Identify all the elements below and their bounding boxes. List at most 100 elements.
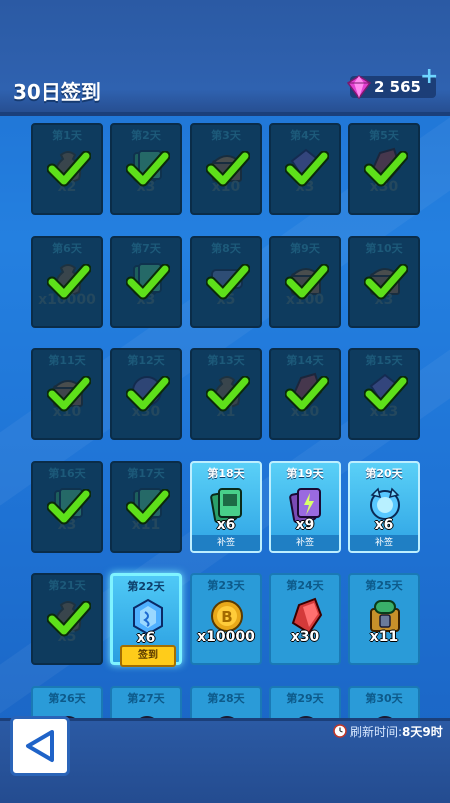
makeup-signin-button[interactable]: 补签 [350, 535, 418, 551]
day-card-26: 第26天 [31, 686, 103, 718]
day-card-19[interactable]: 第19天 x9 补签 [269, 461, 341, 553]
day-card-14: 第14天 x10 [269, 348, 341, 440]
refresh-timer: 刷新时间:8天9时 [350, 723, 443, 740]
signin-grid: 第1天 x2 第2天 x3 第3天 x10 第4天 x3 第5天 x30 第6天 x10000 第7天 x… [0, 118, 450, 718]
reward-quantity: x6 [216, 517, 236, 533]
item-icon [220, 716, 234, 718]
day-card-10: 第10天 x3 [348, 236, 420, 328]
checkmark-icon [126, 264, 170, 300]
day-label: 第29天 [286, 692, 324, 705]
day-card-27: 第27天 [110, 686, 182, 718]
day-card-1: 第1天 x2 [31, 123, 103, 215]
day-label: 第12天 [127, 354, 165, 367]
refresh-value: 8天9时 [402, 725, 443, 739]
item-icon [299, 716, 313, 718]
day-label: 第18天 [207, 467, 245, 480]
checkmark-icon [364, 376, 408, 412]
day-card-18[interactable]: 第18天 x6 补签 [190, 461, 262, 553]
day-label: 第3天 [211, 129, 241, 142]
checkmark-icon [206, 264, 250, 300]
checkmark-icon [126, 489, 170, 525]
gem-count: 2 565 [374, 78, 421, 96]
back-arrow-icon [26, 730, 54, 762]
day-card-3: 第3天 x10 [190, 123, 262, 215]
day-label: 第22天 [127, 580, 165, 593]
day-label: 第24天 [286, 579, 324, 592]
day-label: 第8天 [211, 242, 241, 255]
day-label: 第6天 [52, 242, 82, 255]
day-label: 第23天 [207, 579, 245, 592]
clock-icon [333, 724, 347, 738]
checkmark-icon [126, 376, 170, 412]
reward-quantity: x11 [369, 629, 399, 645]
gem-icon [346, 75, 372, 100]
reward-quantity: x9 [295, 517, 315, 533]
day-card-20[interactable]: 第20天 x6 补签 [348, 461, 420, 553]
reward-quantity: x6 [136, 630, 156, 646]
day-card-8: 第8天 x5 [190, 236, 262, 328]
day-card-4: 第4天 x3 [269, 123, 341, 215]
day-card-23: 第23天 Bx10000 [190, 573, 262, 665]
day-card-30: 第30天 [348, 686, 420, 718]
day-card-16: 第16天 x3 [31, 461, 103, 553]
checkmark-icon [47, 601, 91, 637]
day-card-2: 第2天 x3 [110, 123, 182, 215]
refresh-label: 刷新时间: [350, 725, 403, 739]
day-label: 第30天 [365, 692, 403, 705]
day-card-9: 第9天 x100 [269, 236, 341, 328]
day-card-7: 第7天 x3 [110, 236, 182, 328]
add-gems-button[interactable]: + [420, 66, 438, 88]
top-bar: 30日签到 2 565 + [0, 0, 450, 116]
checkmark-icon [285, 151, 329, 187]
day-label: 第25天 [365, 579, 403, 592]
checkmark-icon [47, 376, 91, 412]
day-label: 第13天 [207, 354, 245, 367]
checkmark-icon [206, 376, 250, 412]
day-card-17: 第17天 x11 [110, 461, 182, 553]
day-label: 第16天 [48, 467, 86, 480]
day-label: 第21天 [48, 579, 86, 592]
checkmark-icon [126, 151, 170, 187]
day-label: 第27天 [127, 692, 165, 705]
checkmark-icon [47, 489, 91, 525]
day-label: 第7天 [131, 242, 161, 255]
day-label: 第9天 [290, 242, 320, 255]
day-card-28: 第28天 [190, 686, 262, 718]
day-label: 第14天 [286, 354, 324, 367]
page-title: 30日签到 [13, 80, 101, 104]
reward-quantity: x10000 [197, 629, 255, 645]
day-label: 第28天 [207, 692, 245, 705]
day-card-13: 第13天 x1 [190, 348, 262, 440]
day-label: 第11天 [48, 354, 86, 367]
signin-button[interactable]: 签到 [120, 645, 176, 667]
day-card-22[interactable]: 第22天 x6 签到 [110, 573, 182, 667]
makeup-signin-button[interactable]: 补签 [271, 535, 339, 551]
day-card-21: 第21天 x5 [31, 573, 103, 665]
checkmark-icon [47, 151, 91, 187]
day-label: 第17天 [127, 467, 165, 480]
day-card-12: 第12天 x30 [110, 348, 182, 440]
day-label: 第26天 [48, 692, 86, 705]
day-label: 第4天 [290, 129, 320, 142]
item-icon [378, 716, 392, 718]
day-card-15: 第15天 x13 [348, 348, 420, 440]
reward-quantity: x30 [290, 629, 320, 645]
day-label: 第2天 [131, 129, 161, 142]
day-card-6: 第6天 x10000 [31, 236, 103, 328]
day-card-11: 第11天 x10 [31, 348, 103, 440]
back-button[interactable] [10, 716, 70, 776]
day-card-24: 第24天 x30 [269, 573, 341, 665]
checkmark-icon [364, 264, 408, 300]
day-card-25: 第25天 x11 [348, 573, 420, 665]
checkmark-icon [47, 264, 91, 300]
checkmark-icon [285, 264, 329, 300]
day-label: 第20天 [365, 467, 403, 480]
item-icon [140, 716, 154, 718]
day-label: 第1天 [52, 129, 82, 142]
day-label: 第5天 [369, 129, 399, 142]
svg-text:B: B [221, 608, 232, 626]
day-card-5: 第5天 x30 [348, 123, 420, 215]
makeup-signin-button[interactable]: 补签 [192, 535, 260, 551]
checkmark-icon [364, 151, 408, 187]
day-label: 第19天 [286, 467, 324, 480]
